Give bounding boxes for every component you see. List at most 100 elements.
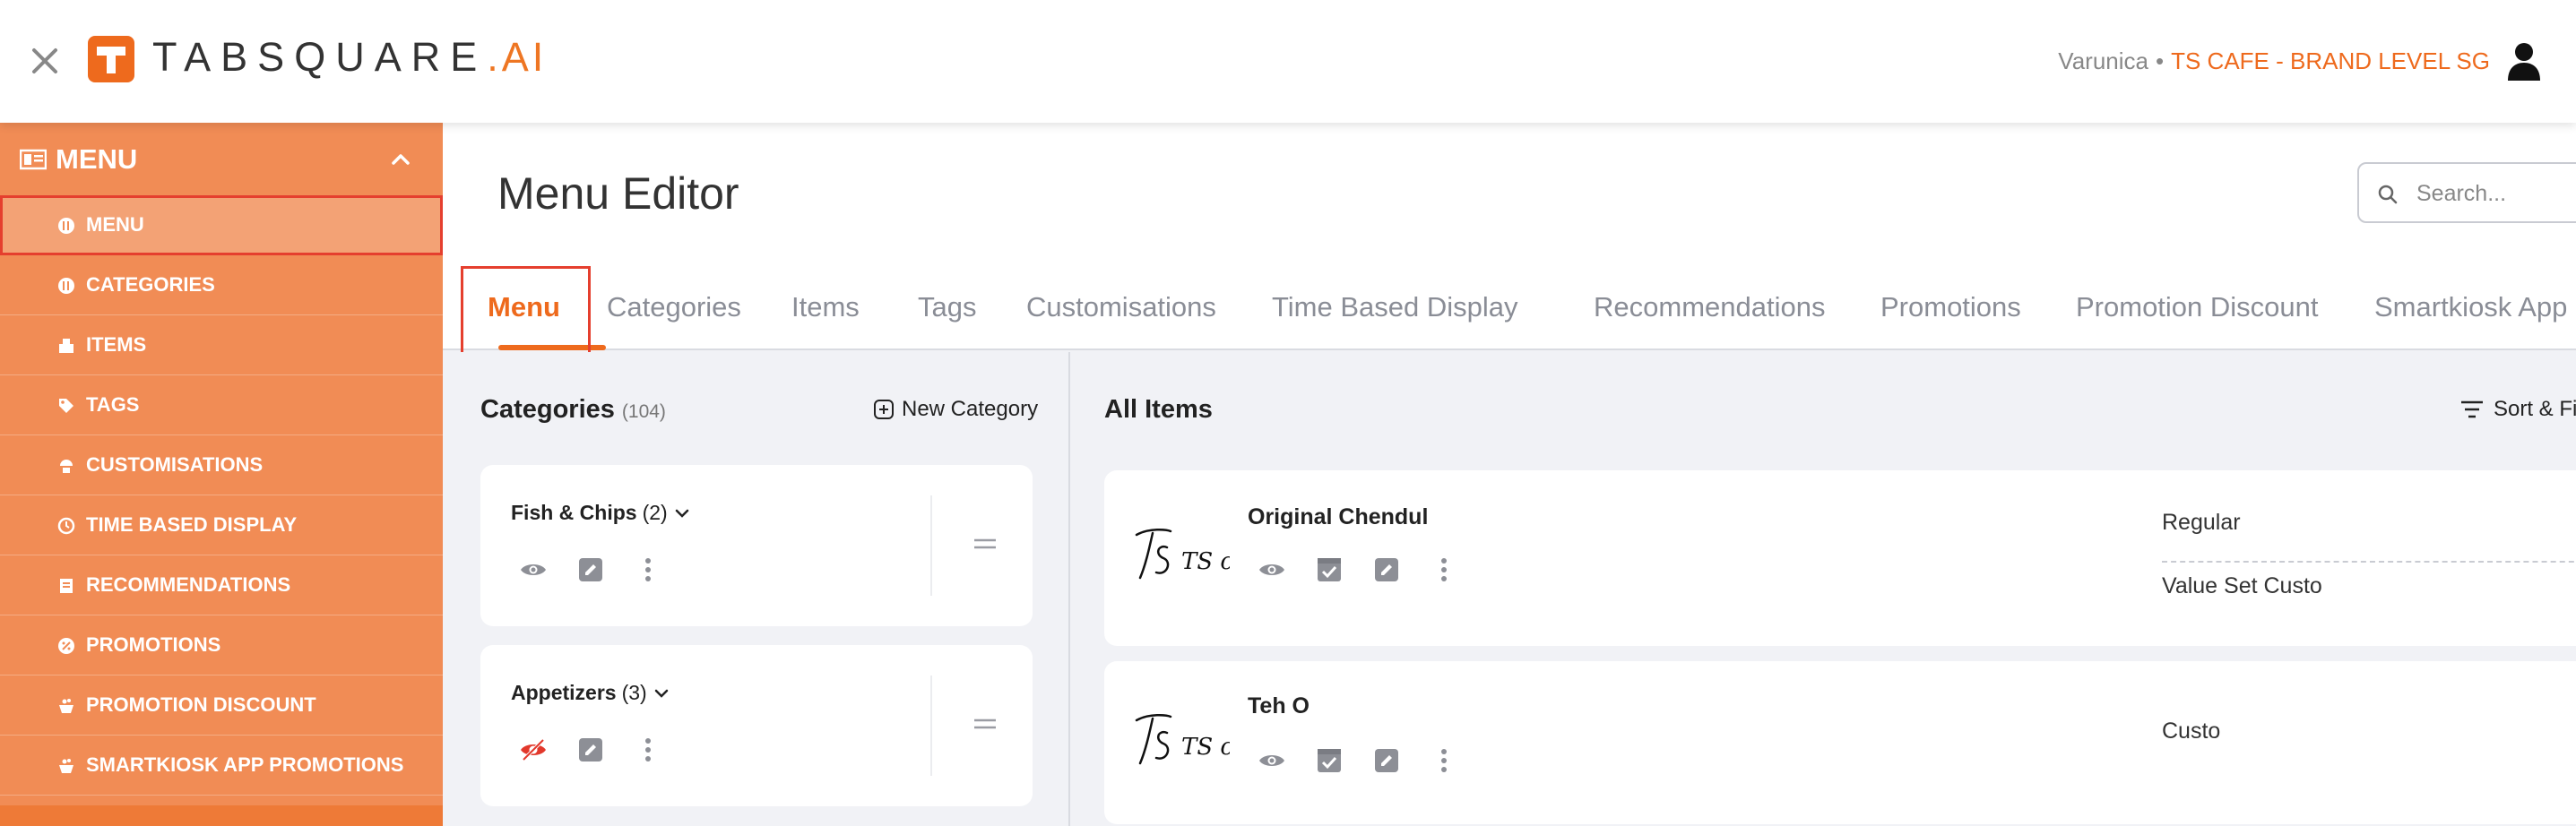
- ts-cafe-logo-icon: TS cafe: [1135, 529, 1230, 580]
- availability-check-icon[interactable]: [1314, 555, 1344, 585]
- sidebar-item-label: RECOMMENDATIONS: [86, 573, 291, 596]
- top-bar: TABSQUARE.AI Varunica • TS CAFE - BRAND …: [0, 0, 2576, 123]
- category-card[interactable]: Appetizers (3): [480, 645, 1033, 806]
- category-name-row[interactable]: Fish & Chips (2): [511, 501, 691, 525]
- more-options-icon[interactable]: [633, 555, 663, 585]
- sidebar-item-label: PROMOTIONS: [86, 633, 221, 656]
- sidebar-item-menu[interactable]: MENU: [0, 195, 443, 255]
- sidebar-item-categories[interactable]: CATEGORIES: [0, 255, 443, 315]
- tab-label: Customisations: [1026, 291, 1216, 323]
- eye-hidden-icon[interactable]: [518, 735, 549, 765]
- items-icon: [59, 339, 73, 353]
- sort-filter-button[interactable]: Sort & Fi: [2459, 397, 2576, 422]
- brand-level-label[interactable]: TS CAFE - BRAND LEVEL SG: [2171, 47, 2490, 75]
- sidebar-item-items[interactable]: ITEMS: [0, 315, 443, 375]
- all-items-heading: All Items: [1104, 395, 1213, 424]
- tab-smartkiosk-app-promotions[interactable]: Smartkiosk App Pr: [2374, 266, 2576, 348]
- categories-panel: Categories (104) New Category Fish & Chip…: [443, 352, 1070, 826]
- sidebar-item-time-based-display[interactable]: TIME BASED DISPLAY: [0, 495, 443, 555]
- tab-promotion-discount[interactable]: Promotion Discount: [2076, 266, 2319, 348]
- edit-icon[interactable]: [575, 555, 606, 585]
- category-name-row[interactable]: Appetizers (3): [511, 681, 670, 705]
- tab-customisations[interactable]: Customisations: [1026, 266, 1216, 348]
- chevron-down-icon[interactable]: [653, 684, 670, 702]
- tab-label: Time Based Display: [1272, 291, 1518, 323]
- categories-heading: Categories (104): [480, 395, 666, 425]
- promotions-icon: [58, 638, 74, 654]
- customisations-icon: [60, 460, 73, 473]
- user-area[interactable]: Varunica • TS CAFE - BRAND LEVEL SG: [2038, 41, 2576, 81]
- eye-icon[interactable]: [1257, 555, 1287, 585]
- edit-icon[interactable]: [575, 735, 606, 765]
- card-divider: [930, 675, 932, 776]
- category-card[interactable]: Fish & Chips (2): [480, 465, 1033, 626]
- brand-suffix: .AI: [487, 34, 548, 80]
- eye-icon[interactable]: [518, 555, 549, 585]
- item-option: Regular: [2162, 510, 2241, 535]
- sidebar-item-promotions[interactable]: PROMOTIONS: [0, 615, 443, 675]
- tab-label: Tags: [918, 291, 977, 323]
- search-box[interactable]: [2357, 162, 2576, 223]
- sidebar-next-section[interactable]: [0, 805, 443, 826]
- edit-icon[interactable]: [1371, 555, 1402, 585]
- tab-label: Recommendations: [1594, 291, 1826, 323]
- categories-icon: [58, 278, 74, 294]
- tab-time-based-display[interactable]: Time Based Display: [1272, 266, 1518, 348]
- brand-main: TABSQUARE: [152, 34, 488, 80]
- sidebar-item-recommendations[interactable]: RECOMMENDATIONS: [0, 555, 443, 615]
- items-panel: All Items Sort & Fi TS cafe Original Che…: [1072, 352, 2576, 826]
- tab-label: Promotions: [1880, 291, 2021, 323]
- sidebar-header-menu[interactable]: MENU: [0, 123, 443, 195]
- more-options-icon[interactable]: [633, 735, 663, 765]
- category-count: (3): [621, 681, 647, 704]
- more-options-icon[interactable]: [1429, 555, 1459, 585]
- drag-handle-icon[interactable]: [972, 533, 998, 555]
- tag-icon: [59, 399, 73, 413]
- categories-count: (104): [621, 401, 666, 422]
- ts-cafe-logo-icon: TS cafe: [1135, 714, 1230, 765]
- sidebar-item-label: TAGS: [86, 393, 140, 416]
- tab-recommendations[interactable]: Recommendations: [1594, 266, 1825, 348]
- brand-logo-text: TABSQUARE.AI: [152, 34, 547, 81]
- eye-icon[interactable]: [1257, 745, 1287, 776]
- drag-handle-icon[interactable]: [972, 713, 998, 735]
- tabsquare-logo-icon: [88, 36, 134, 82]
- logo-text: TS cafe: [1181, 734, 1230, 761]
- tab-label: Smartkiosk App Pr: [2374, 291, 2576, 323]
- chevron-up-icon[interactable]: [387, 146, 414, 173]
- item-card[interactable]: TS cafe Original Chendul Regular Value S…: [1104, 470, 2576, 646]
- close-icon[interactable]: [27, 43, 63, 79]
- item-option: Custo: [2162, 718, 2221, 744]
- tab-categories[interactable]: Categories: [607, 266, 741, 348]
- tab-items[interactable]: Items: [791, 266, 860, 348]
- sidebar-item-label: TIME BASED DISPLAY: [86, 513, 298, 536]
- search-input[interactable]: [2416, 176, 2576, 211]
- item-card[interactable]: TS cafe Teh O Custo: [1104, 661, 2576, 824]
- tab-bar: Menu Categories Items Tags Customisation…: [462, 266, 2576, 350]
- category-count: (2): [642, 501, 668, 524]
- item-option: Value Set Custo: [2162, 573, 2322, 598]
- search-icon: [2378, 185, 2398, 204]
- chevron-down-icon[interactable]: [673, 504, 691, 522]
- edit-icon[interactable]: [1371, 745, 1402, 776]
- sidebar-item-smartkiosk-app-promotions[interactable]: SMARTKIOSK APP PROMOTIONS: [0, 736, 443, 796]
- sidebar-item-promotion-discount[interactable]: PROMOTION DISCOUNT: [0, 675, 443, 736]
- tab-promotions[interactable]: Promotions: [1880, 266, 2021, 348]
- recommendations-icon: [60, 579, 73, 593]
- more-options-icon[interactable]: [1429, 745, 1459, 776]
- category-name: Fish & Chips: [511, 501, 637, 524]
- sidebar-item-tags[interactable]: TAGS: [0, 375, 443, 435]
- discount-icon: [59, 699, 73, 713]
- availability-check-icon[interactable]: [1314, 745, 1344, 776]
- new-category-button[interactable]: New Category: [873, 397, 1038, 422]
- user-avatar-icon[interactable]: [2506, 41, 2542, 81]
- item-name: Original Chendul: [1248, 504, 1429, 529]
- page-header: Menu Editor Menu Categories Items Tags C…: [443, 123, 2576, 356]
- card-divider: [930, 495, 932, 596]
- menu-icon: [58, 218, 74, 234]
- page-title: Menu Editor: [497, 168, 739, 219]
- sidebar-item-label: ITEMS: [86, 333, 147, 356]
- tab-tags[interactable]: Tags: [918, 266, 976, 348]
- sidebar-item-customisations[interactable]: CUSTOMISATIONS: [0, 435, 443, 495]
- active-tab-highlight: [461, 266, 591, 356]
